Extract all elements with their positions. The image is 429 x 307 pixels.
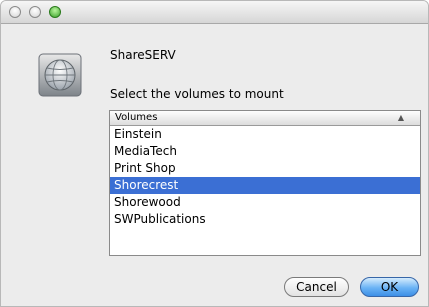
- zoom-window-icon[interactable]: [49, 6, 61, 18]
- volumes-column-label: Volumes: [115, 112, 158, 123]
- network-server-globe-icon: [38, 53, 82, 97]
- volume-item[interactable]: Shorecrest: [110, 177, 420, 194]
- volume-item[interactable]: SWPublications: [110, 211, 420, 228]
- volume-item[interactable]: Print Shop: [110, 160, 420, 177]
- server-name: ShareSERV: [110, 48, 176, 62]
- volume-item[interactable]: Einstein: [110, 126, 420, 143]
- volumes-list[interactable]: Volumes ▲ Einstein MediaTech Print Shop Sho…: [109, 110, 421, 256]
- volume-item[interactable]: MediaTech: [110, 143, 420, 160]
- minimize-window-icon[interactable]: [29, 6, 41, 18]
- volume-item[interactable]: Shorewood: [110, 194, 420, 211]
- mount-prompt: Select the volumes to mount: [110, 87, 284, 101]
- cancel-button[interactable]: Cancel: [284, 277, 349, 297]
- dialog-content: ShareSERV Select the volumes to mount Vo…: [1, 24, 428, 306]
- ok-button[interactable]: OK: [360, 277, 419, 297]
- volumes-column-header[interactable]: Volumes ▲: [110, 111, 420, 126]
- volumes-rows: Einstein MediaTech Print Shop Shorecrest Sho…: [110, 126, 420, 228]
- title-bar[interactable]: [1, 1, 428, 24]
- sort-ascending-icon[interactable]: ▲: [398, 111, 404, 125]
- connect-to-server-window: ShareSERV Select the volumes to mount Vo…: [0, 0, 429, 307]
- close-window-icon[interactable]: [9, 6, 21, 18]
